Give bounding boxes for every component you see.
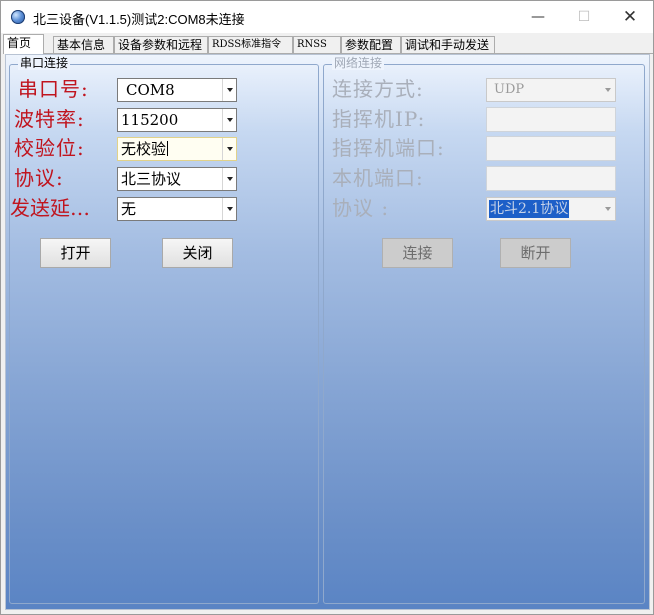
local-port-label: 本机端口: — [332, 166, 424, 190]
send-delay-value: 无 — [121, 200, 137, 218]
protocol-select[interactable]: 北三协议 — [117, 167, 237, 191]
connection-mode-value: UDP — [494, 82, 525, 97]
tab-param-config[interactable]: 参数配置 — [341, 36, 401, 53]
app-window: 北三设备(V1.1.5)测试2:COM8未连接 — ☐ ✕ 首页 基本信息 设备… — [0, 0, 654, 615]
serial-port-value: COM8 — [126, 81, 175, 99]
home-tab-content: 串口连接 串口号: COM8 波特率: 115200 校验位: 无校验 协议: … — [5, 54, 650, 610]
serial-port-select[interactable]: COM8 — [117, 78, 237, 102]
tab-device-params[interactable]: 设备参数和远程 — [114, 36, 208, 53]
connection-mode-select[interactable]: UDP — [486, 78, 616, 102]
network-protocol-value: 北斗2.1协议 — [489, 200, 570, 218]
chevron-down-icon[interactable] — [222, 109, 236, 131]
connect-button[interactable]: 连接 — [382, 238, 453, 268]
maximize-button[interactable]: ☐ — [561, 1, 607, 33]
close-port-button[interactable]: 关闭 — [162, 238, 233, 268]
network-group-title: 网络连接 — [332, 56, 385, 70]
serial-connection-group: 串口连接 串口号: COM8 波特率: 115200 校验位: 无校验 协议: … — [9, 56, 319, 604]
chevron-down-icon[interactable] — [601, 198, 615, 220]
tab-basic-info[interactable]: 基本信息 — [53, 36, 114, 53]
network-protocol-label: 协议 : — [332, 196, 390, 220]
parity-label: 校验位: — [14, 136, 85, 160]
disconnect-button[interactable]: 断开 — [500, 238, 571, 268]
open-port-button[interactable]: 打开 — [40, 238, 111, 268]
app-globe-icon — [11, 10, 25, 24]
send-delay-label: 发送延… — [10, 196, 90, 220]
text-caret — [167, 141, 169, 156]
baud-rate-value: 115200 — [121, 111, 179, 129]
host-ip-label: 指挥机IP: — [332, 107, 426, 131]
parity-select[interactable]: 无校验 — [117, 137, 237, 161]
tab-rdss-commands[interactable]: RDSS标准指令 — [208, 36, 293, 53]
chevron-down-icon[interactable] — [222, 168, 236, 190]
connection-mode-label: 连接方式: — [332, 77, 424, 101]
tab-debug-manual-send[interactable]: 调试和手动发送 — [401, 36, 495, 53]
title-bar[interactable]: 北三设备(V1.1.5)测试2:COM8未连接 — ☐ ✕ — [1, 1, 653, 33]
minimize-button[interactable]: — — [515, 1, 561, 33]
parity-value: 无校验 — [121, 140, 169, 158]
tab-strip: 首页 基本信息 设备参数和远程 RDSS标准指令 RNSS 参数配置 调试和手动… — [3, 34, 653, 54]
host-port-label: 指挥机端口: — [332, 136, 445, 160]
chevron-down-icon[interactable] — [222, 79, 236, 101]
local-port-input[interactable] — [486, 166, 616, 191]
protocol-label: 协议: — [14, 166, 64, 190]
window-title: 北三设备(V1.1.5)测试2:COM8未连接 — [33, 12, 245, 27]
send-delay-select[interactable]: 无 — [117, 197, 237, 221]
chevron-down-icon[interactable] — [601, 79, 615, 101]
baud-rate-select[interactable]: 115200 — [117, 108, 237, 132]
close-window-button[interactable]: ✕ — [607, 1, 653, 33]
network-connection-group: 网络连接 连接方式: UDP 指挥机IP: 指挥机端口: 本机端口: 协议 : … — [323, 56, 645, 604]
chevron-down-icon[interactable] — [222, 198, 236, 220]
host-port-input[interactable] — [486, 136, 616, 161]
tab-rnss[interactable]: RNSS — [293, 36, 341, 53]
host-ip-input[interactable] — [486, 107, 616, 132]
chevron-down-icon[interactable] — [222, 138, 236, 160]
baud-rate-label: 波特率: — [14, 107, 85, 131]
serial-group-title: 串口连接 — [18, 56, 71, 70]
tab-home[interactable]: 首页 — [3, 34, 44, 54]
protocol-value: 北三协议 — [121, 170, 182, 188]
network-protocol-select[interactable]: 北斗2.1协议 — [486, 197, 616, 221]
serial-port-label: 串口号: — [18, 77, 89, 101]
